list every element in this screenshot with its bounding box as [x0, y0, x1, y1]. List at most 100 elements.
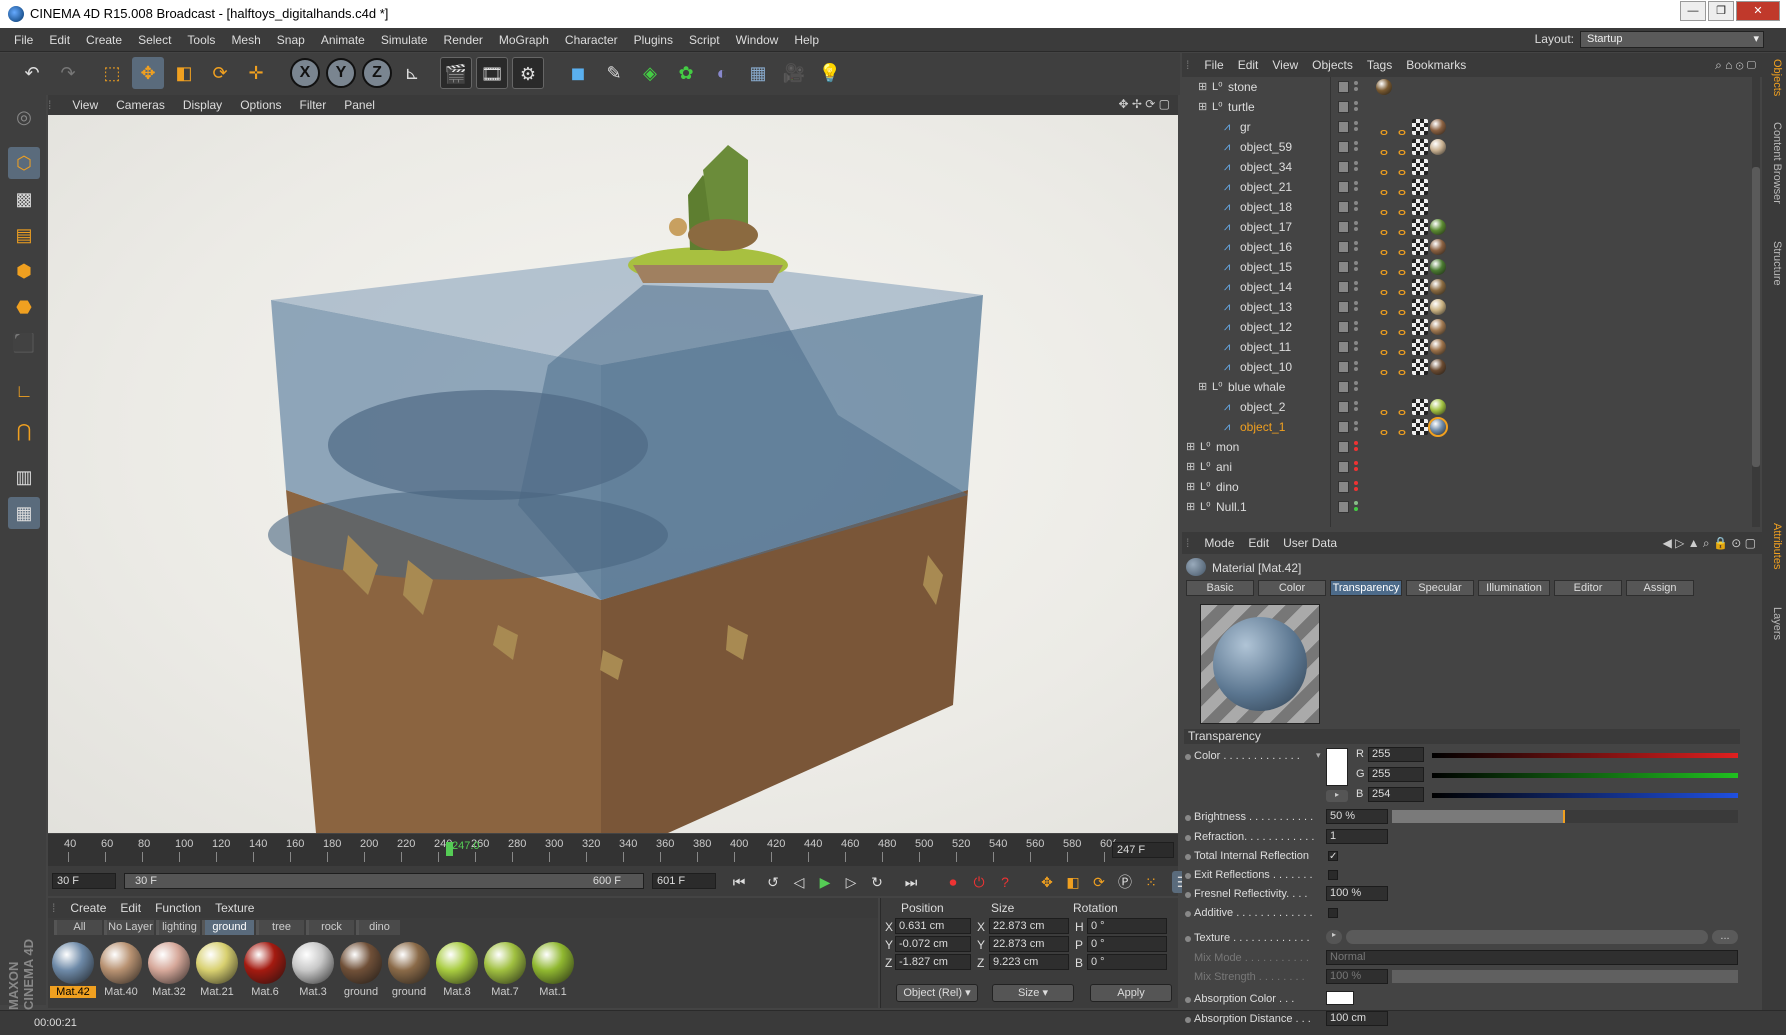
object-row[interactable]: ⩘ object_14 ⴰ ⴰ: [1182, 277, 1757, 298]
right-tab-structure[interactable]: Structure: [1765, 241, 1783, 286]
texture-tag-icon[interactable]: [1430, 219, 1446, 235]
render-visibility-dot[interactable]: [1354, 187, 1358, 191]
texture-tag-icon[interactable]: [1430, 119, 1446, 135]
render-visibility-dot[interactable]: [1354, 127, 1358, 131]
menu-simulate[interactable]: Simulate: [373, 28, 436, 52]
uvw-tag-icon[interactable]: [1412, 419, 1428, 435]
key-parameter-icon[interactable]: Ⓟ: [1114, 871, 1136, 893]
render-visibility-dot[interactable]: [1354, 227, 1358, 231]
layer-color-icon[interactable]: [1338, 141, 1349, 153]
menu-select[interactable]: Select: [130, 28, 179, 52]
total-internal-reflection-checkbox[interactable]: ✓: [1328, 851, 1338, 862]
objects-menu-file[interactable]: File: [1197, 53, 1230, 77]
render-visibility-dot[interactable]: [1354, 247, 1358, 251]
live-selection-icon[interactable]: ⬚: [96, 57, 128, 89]
editor-visibility-dot[interactable]: [1354, 381, 1358, 385]
exit-reflections-checkbox[interactable]: [1328, 870, 1338, 880]
r-value-field[interactable]: 255: [1368, 747, 1424, 762]
texture-tag-icon[interactable]: [1430, 299, 1446, 315]
g-value-field[interactable]: 255: [1368, 767, 1424, 782]
layer-color-icon[interactable]: [1338, 161, 1349, 173]
menu-plugins[interactable]: Plugins: [626, 28, 681, 52]
viewport-menu-display[interactable]: Display: [174, 95, 231, 115]
objects-menu-edit[interactable]: Edit: [1231, 53, 1266, 77]
editor-visibility-dot[interactable]: [1354, 421, 1358, 425]
material-swatch[interactable]: Mat.1: [530, 940, 576, 1000]
uvw-tag-icon[interactable]: [1412, 259, 1428, 275]
viewport-menu-filter[interactable]: Filter: [291, 95, 336, 115]
editor-visibility-dot[interactable]: [1354, 81, 1358, 85]
previous-key-icon[interactable]: ↺: [762, 871, 784, 893]
render-visibility-dot[interactable]: [1354, 427, 1358, 431]
cube-icon[interactable]: ◼: [562, 57, 594, 89]
object-row[interactable]: ⩘ object_15 ⴰ ⴰ: [1182, 257, 1757, 278]
render-visibility-dot[interactable]: [1354, 367, 1358, 371]
viewport-menu-view[interactable]: View: [63, 95, 107, 115]
mix-mode-dropdown[interactable]: Normal: [1326, 950, 1738, 965]
key-rotation-icon[interactable]: ⟳: [1088, 871, 1110, 893]
x-axis-lock-icon[interactable]: X: [290, 58, 320, 88]
color-animate-dot[interactable]: [1185, 754, 1191, 760]
visibility-dots[interactable]: [1354, 159, 1358, 175]
exit-reflections-animate-dot[interactable]: [1185, 873, 1191, 879]
expand-icon[interactable]: ⊞: [1198, 81, 1210, 93]
workplane-lock-icon[interactable]: ▥: [8, 461, 40, 493]
material-menu-edit[interactable]: Edit: [113, 898, 148, 918]
filter-tree[interactable]: tree: [256, 920, 304, 935]
layer-color-icon[interactable]: [1338, 501, 1349, 513]
brightness-slider[interactable]: [1392, 810, 1738, 823]
texture-tag-icon[interactable]: [1430, 359, 1446, 375]
objects-menu-view[interactable]: View: [1265, 53, 1305, 77]
object-row[interactable]: ⊞ L⁰ mon: [1182, 437, 1757, 457]
fresnel-reflectivity-field[interactable]: 100 %: [1326, 886, 1388, 901]
move-icon[interactable]: ✥: [132, 57, 164, 89]
next-key-icon[interactable]: ↻: [866, 871, 888, 893]
b-value-field[interactable]: 254: [1368, 787, 1424, 802]
material-swatch[interactable]: Mat.32: [146, 940, 192, 1000]
attr-menu-edit[interactable]: Edit: [1241, 532, 1276, 554]
filter-lighting[interactable]: lighting: [156, 920, 200, 935]
material-swatch[interactable]: Mat.21: [194, 940, 240, 1000]
viewport-menu-panel[interactable]: Panel: [335, 95, 384, 115]
material-swatch[interactable]: Mat.8: [434, 940, 480, 1000]
r-slider[interactable]: [1432, 753, 1738, 758]
expand-icon[interactable]: ⊞: [1198, 381, 1210, 393]
layer-color-icon[interactable]: [1338, 401, 1349, 413]
spline-pen-icon[interactable]: ✎: [598, 57, 630, 89]
z-axis-lock-icon[interactable]: Z: [362, 58, 392, 88]
layer-color-icon[interactable]: [1338, 381, 1349, 393]
render-view-icon[interactable]: 🎬: [440, 57, 472, 89]
object-row[interactable]: ⩘ object_13 ⴰ ⴰ: [1182, 297, 1757, 318]
autokey-icon[interactable]: ⏻: [968, 871, 990, 893]
object-scrollbar-thumb[interactable]: [1752, 167, 1760, 467]
object-row[interactable]: ⊞ L⁰ turtle: [1182, 97, 1757, 117]
filter-ground[interactable]: ground: [202, 920, 254, 935]
viewport-menu-cameras[interactable]: Cameras: [107, 95, 174, 115]
layer-color-icon[interactable]: [1338, 201, 1349, 213]
object-row[interactable]: ⊞ L⁰ dino: [1182, 477, 1757, 497]
axis-mode-icon[interactable]: ∟: [8, 375, 40, 407]
layer-color-icon[interactable]: [1338, 181, 1349, 193]
attribute-nav-icons[interactable]: ◀ ▷ ▲ ⌕ 🔒 ⊙ ▢: [1663, 532, 1756, 554]
polygons-mode-icon[interactable]: ⬛: [8, 327, 40, 359]
texture-tag-icon[interactable]: [1430, 279, 1446, 295]
texture-browse-button[interactable]: ...: [1712, 930, 1738, 944]
layer-color-icon[interactable]: [1338, 461, 1349, 473]
visibility-dots[interactable]: [1354, 479, 1358, 495]
visibility-dots[interactable]: [1354, 379, 1358, 395]
uvw-tag-icon[interactable]: [1412, 159, 1428, 175]
editor-visibility-dot[interactable]: [1354, 241, 1358, 245]
fresnel-animate-dot[interactable]: [1185, 892, 1191, 898]
g-slider[interactable]: [1432, 773, 1738, 778]
texture-tag-icon[interactable]: [1430, 319, 1446, 335]
editor-visibility-dot[interactable]: [1354, 321, 1358, 325]
go-to-end-icon[interactable]: ⏭: [900, 871, 922, 893]
uvw-tag-icon[interactable]: [1412, 239, 1428, 255]
editor-visibility-dot[interactable]: [1354, 401, 1358, 405]
uvw-tag-icon[interactable]: [1412, 319, 1428, 335]
render-visibility-dot[interactable]: [1354, 407, 1358, 411]
tab-illumination[interactable]: Illumination: [1478, 580, 1550, 596]
editor-visibility-dot[interactable]: [1354, 201, 1358, 205]
material-menu-function[interactable]: Function: [148, 898, 208, 918]
render-visibility-dot[interactable]: [1354, 307, 1358, 311]
